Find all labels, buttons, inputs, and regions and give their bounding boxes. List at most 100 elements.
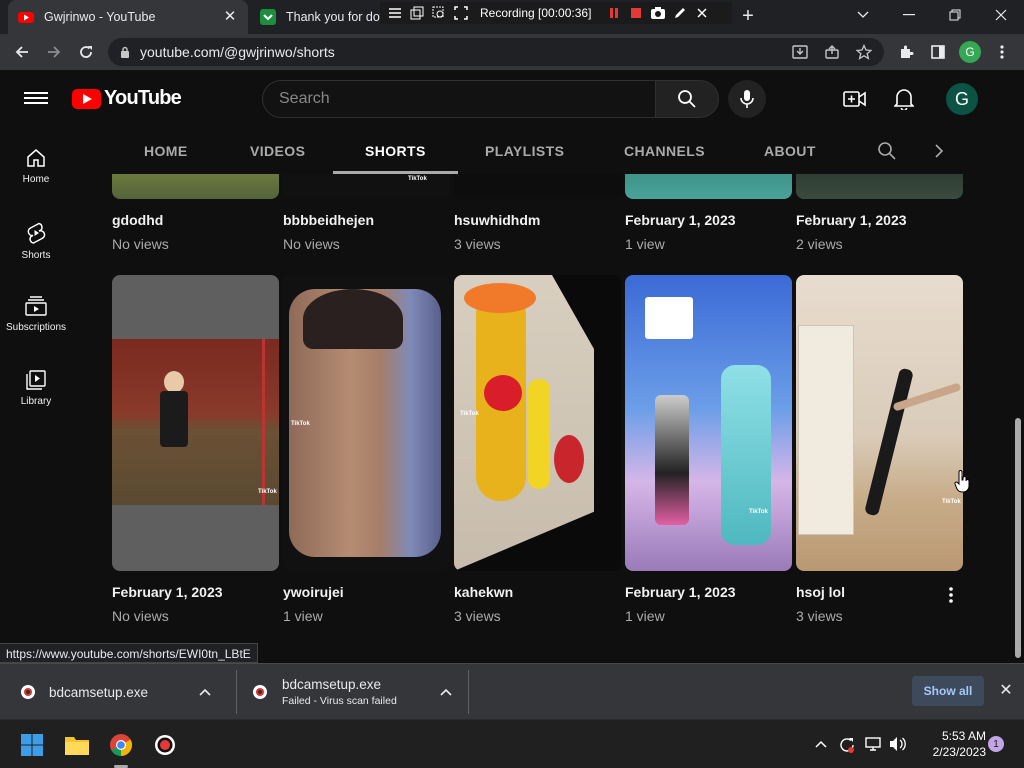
tab-playlists[interactable]: PLAYLISTS (485, 128, 564, 174)
back-button[interactable] (8, 38, 36, 66)
short-title[interactable]: hsuwhidhdm (454, 212, 540, 228)
short-thumbnail[interactable] (796, 174, 963, 199)
notifications-bell-icon[interactable] (892, 87, 916, 111)
toy-mouth (484, 375, 522, 411)
file-explorer-icon[interactable] (61, 729, 93, 761)
bandicam-record-icon[interactable] (149, 729, 181, 761)
short-thumbnail[interactable]: TikTok (283, 275, 450, 571)
short-views: 1 view (625, 236, 665, 252)
volume-icon[interactable] (889, 736, 907, 752)
more-options-icon[interactable] (948, 586, 954, 604)
chrome-icon[interactable] (105, 729, 137, 761)
short-title[interactable]: ywoirujei (283, 584, 344, 600)
area-search-icon[interactable] (430, 4, 448, 22)
browser-profile-avatar[interactable]: G (959, 41, 981, 63)
search-button[interactable] (655, 80, 719, 118)
sidebar-item-label: Library (20, 396, 52, 407)
sidebar-item-subscriptions[interactable]: Subscriptions (0, 276, 72, 350)
forward-button[interactable] (40, 38, 68, 66)
download-item[interactable]: bdcamsetup.exe (20, 664, 230, 720)
channel-search-icon[interactable] (877, 141, 897, 161)
camera-icon[interactable] (649, 4, 667, 22)
tab-about[interactable]: ABOUT (764, 128, 816, 174)
sync-icon[interactable] (838, 736, 856, 754)
clock-date: 2/23/2023 (932, 745, 986, 759)
reload-button[interactable] (72, 38, 100, 66)
short-title[interactable]: February 1, 2023 (625, 584, 736, 600)
search-input[interactable]: Search (262, 80, 656, 118)
pencil-icon[interactable] (671, 4, 689, 22)
extensions-icon[interactable] (892, 38, 920, 66)
chevron-up-icon[interactable] (815, 740, 827, 748)
tab-close-icon[interactable]: ✕ (222, 9, 238, 25)
hamburger-menu-icon[interactable] (24, 89, 48, 109)
tab-home[interactable]: HOME (144, 128, 188, 174)
new-tab-button[interactable]: + (738, 6, 758, 26)
page-scrollbar[interactable] (1012, 128, 1024, 662)
sidebar-item-home[interactable]: Home (0, 128, 72, 202)
short-title[interactable]: February 1, 2023 (796, 212, 907, 228)
user-avatar[interactable]: G (946, 83, 978, 115)
short-thumbnail[interactable] (112, 174, 279, 199)
short-thumbnail[interactable]: TikTok (625, 275, 792, 571)
short-thumbnail[interactable] (625, 174, 792, 199)
browser-menu-icon[interactable] (988, 38, 1016, 66)
chevron-up-icon[interactable] (199, 688, 211, 696)
chevron-right-icon[interactable] (934, 144, 944, 158)
short-thumbnail[interactable]: TikTok (112, 275, 279, 571)
short-thumbnail[interactable] (454, 174, 621, 199)
windows-taskbar: 5:53 AM 2/23/2023 1 (0, 719, 1024, 768)
region-icon[interactable] (452, 4, 470, 22)
tab-channels[interactable]: CHANNELS (624, 128, 705, 174)
tab-search-icon[interactable] (840, 0, 886, 30)
system-clock[interactable]: 5:53 AM 2/23/2023 (916, 728, 986, 760)
chevron-up-icon[interactable] (440, 688, 452, 696)
sidebar-item-library[interactable]: Library (0, 350, 72, 424)
voice-search-button[interactable] (728, 80, 766, 118)
game-avatar (655, 395, 689, 525)
share-icon[interactable] (820, 42, 844, 62)
tiktok-watermark: TikTok (291, 421, 310, 427)
shorts-icon (27, 222, 46, 244)
game-avatar (721, 365, 771, 545)
text-bubble (645, 297, 693, 339)
side-panel-icon[interactable] (924, 38, 952, 66)
hair-shape (303, 289, 403, 349)
short-thumbnail[interactable]: TikTok (454, 275, 621, 571)
short-title[interactable]: hsoj lol (796, 584, 845, 600)
short-title[interactable]: gdodhd (112, 212, 163, 228)
scrollbar-thumb[interactable] (1015, 418, 1021, 658)
address-bar[interactable]: youtube.com/@gwjrinwo/shorts (108, 38, 884, 66)
menu-icon[interactable] (386, 4, 404, 22)
short-title[interactable]: kahekwn (454, 584, 513, 600)
notification-badge[interactable]: 1 (988, 736, 1004, 752)
minimize-button[interactable] (886, 0, 932, 30)
short-views: No views (283, 236, 340, 252)
short-title[interactable]: February 1, 2023 (112, 584, 223, 600)
short-thumbnail[interactable]: TikTok (283, 174, 450, 199)
short-thumbnail[interactable]: TikTok (796, 275, 963, 571)
tab-shorts[interactable]: SHORTS (333, 128, 458, 174)
create-video-icon[interactable] (843, 87, 867, 111)
download-item[interactable]: bdcamsetup.exe Failed - Virus scan faile… (252, 664, 454, 720)
install-icon[interactable] (788, 42, 812, 62)
restore-button[interactable] (932, 0, 978, 30)
tab-youtube[interactable]: Gwjrinwo - YouTube ✕ (8, 0, 248, 34)
close-window-button[interactable] (978, 0, 1024, 30)
windows-start-icon[interactable] (16, 729, 48, 761)
close-shelf-icon[interactable]: ✕ (996, 681, 1016, 701)
show-all-downloads-button[interactable]: Show all (912, 676, 984, 706)
bookmark-star-icon[interactable] (852, 42, 876, 62)
close-icon[interactable] (693, 4, 711, 22)
tiktok-watermark: TikTok (942, 499, 961, 505)
pause-icon[interactable] (605, 4, 623, 22)
tab-videos[interactable]: VIDEOS (250, 128, 305, 174)
short-title[interactable]: bbbbeidhejen (283, 212, 374, 228)
toy-figure (464, 283, 536, 313)
window-capture-icon[interactable] (408, 4, 426, 22)
youtube-logo[interactable]: YouTube (72, 87, 182, 110)
stop-icon[interactable] (627, 4, 645, 22)
network-icon[interactable] (864, 736, 882, 752)
short-title[interactable]: February 1, 2023 (625, 212, 736, 228)
sidebar-item-shorts[interactable]: Shorts (0, 202, 72, 276)
